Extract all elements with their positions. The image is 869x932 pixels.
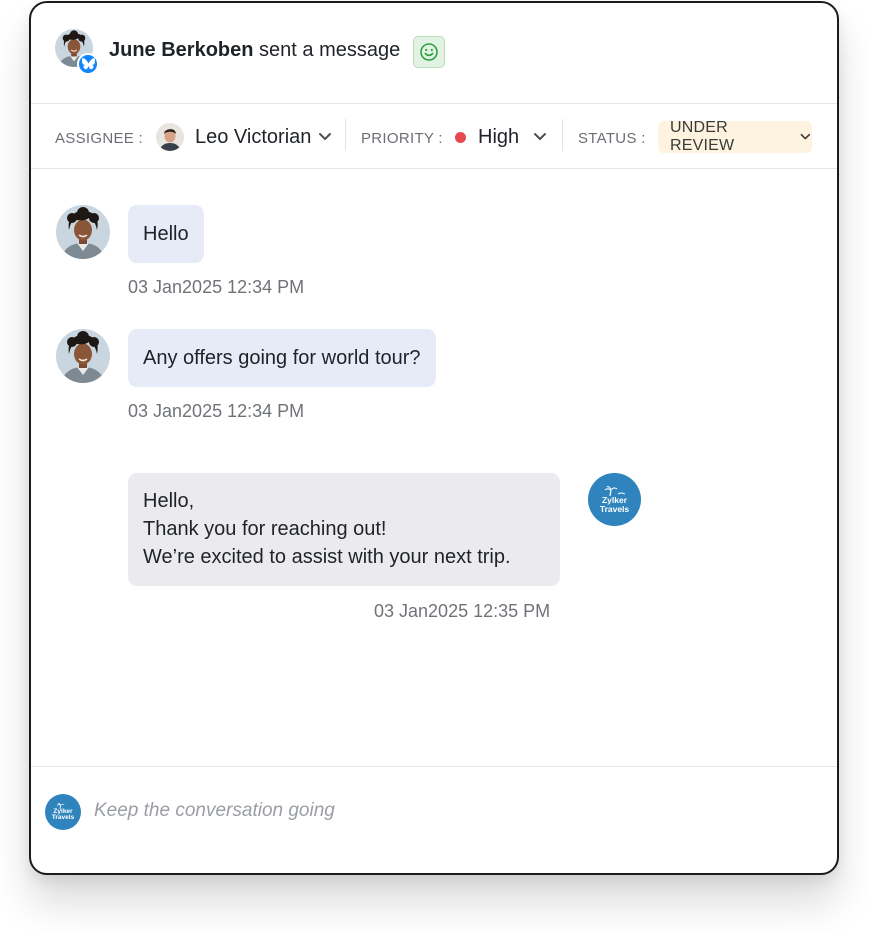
sender-name[interactable]: June Berkoben (109, 39, 253, 61)
brand-name-line2: Travels (599, 503, 630, 514)
message-timestamp: 03 Jan2025 12:34 PM (128, 277, 305, 297)
status-label: STATUS : (578, 130, 646, 147)
message-timestamp: 03 Jan2025 12:35 PM (374, 601, 551, 621)
status-dropdown[interactable]: UNDER REVIEW (658, 119, 812, 154)
brand-avatar: Zylker Travels (45, 794, 81, 830)
reply-line: We’re excited to assist with your next t… (143, 546, 511, 568)
chevron-down-icon[interactable] (317, 131, 333, 143)
reply-input[interactable]: Keep the conversation going (94, 800, 335, 822)
customer-avatar (56, 205, 110, 259)
brand-name-line2: Travels (51, 814, 75, 821)
status-value: UNDER REVIEW (670, 119, 735, 154)
priority-label: PRIORITY : (361, 130, 443, 147)
reply-line: Thank you for reaching out! (143, 518, 387, 540)
smiley-icon[interactable] (413, 36, 445, 68)
priority-dropdown[interactable]: High (478, 126, 519, 149)
conversation-header: June Berkoben sent a message (31, 3, 837, 104)
message-bubble: Hello (128, 205, 204, 263)
chevron-down-icon[interactable] (532, 131, 548, 143)
customer-avatar (56, 329, 110, 383)
action-text: sent a message (259, 39, 401, 61)
priority-dot (455, 132, 466, 143)
bluesky-butterfly-icon (77, 53, 99, 75)
assignee-label: ASSIGNEE : (55, 130, 144, 147)
reply-composer: Zylker Travels Keep the conversation goi… (31, 766, 837, 873)
chevron-down-icon (800, 133, 811, 140)
assignee-avatar (156, 123, 184, 151)
ticket-properties-bar: ASSIGNEE : Leo Victorian PRIORITY : High… (31, 104, 837, 169)
sender-avatar[interactable] (54, 28, 99, 75)
divider (345, 119, 346, 151)
message-timestamp: 03 Jan2025 12:34 PM (128, 401, 305, 421)
brand-avatar: Zylker Travels (588, 473, 641, 526)
divider (562, 119, 563, 151)
conversation-panel: June Berkoben sent a message ASSIGNEE : … (29, 1, 839, 875)
conversation-title: June Berkoben sent a message (109, 39, 400, 62)
reply-line: Hello, (143, 490, 195, 512)
assignee-dropdown[interactable]: Leo Victorian (195, 126, 311, 149)
reply-bubble: Hello, Thank you for reaching out! We’re… (128, 473, 560, 586)
message-bubble: Any offers going for world tour? (128, 329, 436, 387)
